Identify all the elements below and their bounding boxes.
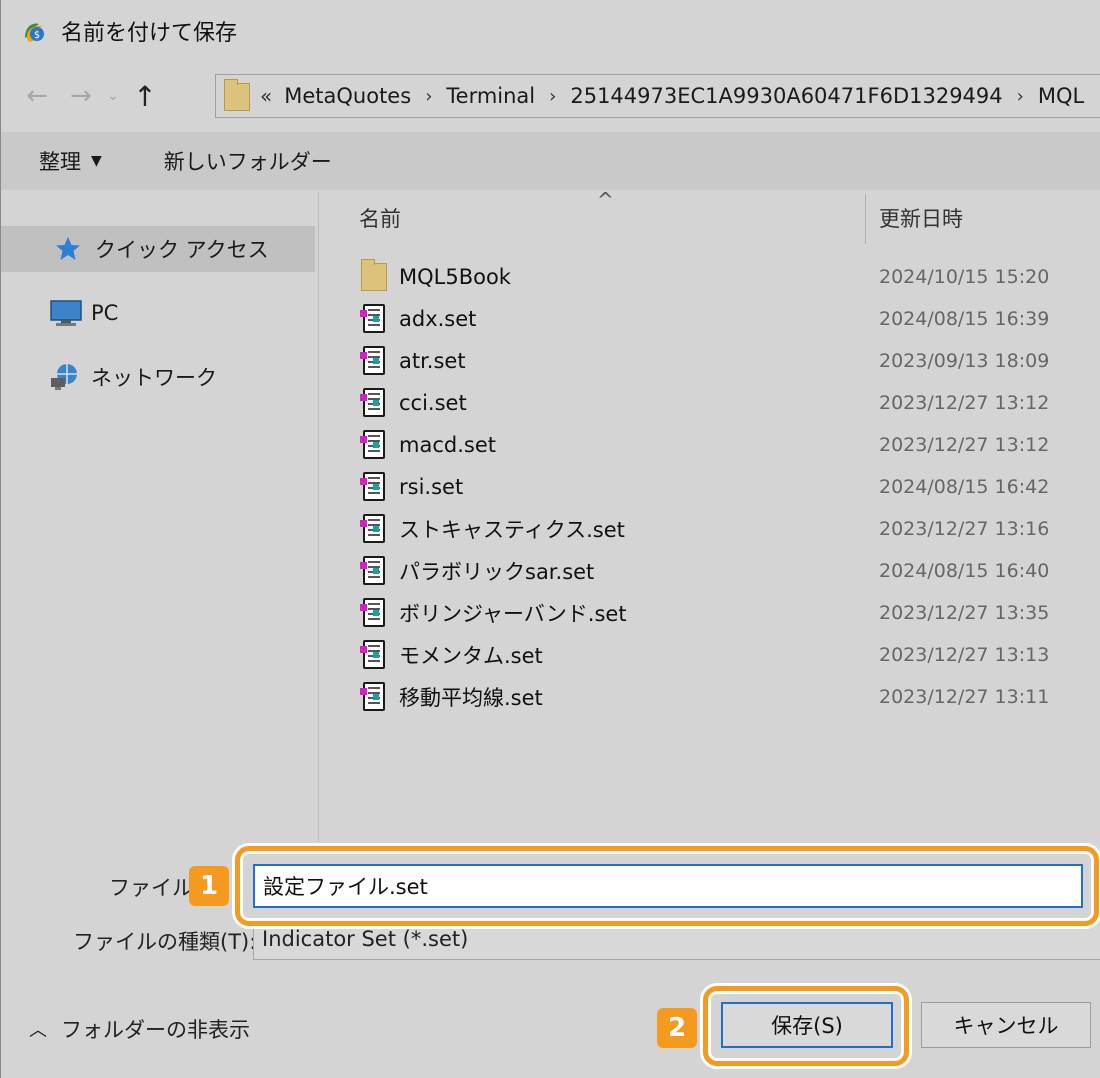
breadcrumb-metaquotes[interactable]: MetaQuotes: [284, 84, 411, 108]
hide-folders-label: フォルダーの非表示: [61, 1018, 250, 1042]
set-file-icon: [359, 345, 389, 377]
set-file-icon: [359, 387, 389, 419]
file-row[interactable]: adx.set 2024/08/15 16:39: [321, 298, 1100, 340]
column-divider[interactable]: [865, 194, 866, 244]
sort-ascending-icon: ^: [597, 188, 614, 212]
sidebar-item-label: PC: [91, 301, 119, 325]
overflow-chevron[interactable]: «: [260, 84, 272, 108]
file-row[interactable]: ボリンジャーバンド.set 2023/12/27 13:35: [321, 592, 1100, 634]
set-file-icon: [359, 303, 389, 335]
column-header-name[interactable]: 名前: [359, 192, 401, 244]
callout-highlight-filename: [235, 846, 1099, 926]
sidebar-item-network[interactable]: ネットワーク: [1, 354, 315, 400]
file-name: 移動平均線.set: [399, 686, 543, 710]
file-row[interactable]: rsi.set 2024/08/15 16:42: [321, 466, 1100, 508]
file-name: macd.set: [399, 433, 496, 457]
window-title: 名前を付けて保存: [61, 21, 238, 46]
callout-badge-1: 1: [189, 866, 229, 906]
hide-folders-button[interactable]: ︿ フォルダーの非表示: [29, 1014, 250, 1044]
network-icon: [49, 362, 83, 392]
file-row[interactable]: cci.set 2023/12/27 13:12: [321, 382, 1100, 424]
file-date: 2024/08/15 16:42: [879, 476, 1050, 498]
sidebar-item-pc[interactable]: PC: [1, 290, 315, 336]
set-file-icon: [359, 429, 389, 461]
folder-icon: [359, 259, 389, 293]
file-name: rsi.set: [399, 475, 464, 499]
filetype-value: Indicator Set (*.set): [262, 927, 469, 951]
breadcrumb-separator-icon[interactable]: ›: [549, 86, 556, 107]
address-bar[interactable]: « MetaQuotes › Terminal › 25144973EC1A99…: [215, 74, 1100, 118]
back-arrow-icon[interactable]: ←: [15, 74, 59, 118]
breadcrumb-separator-icon[interactable]: ›: [1017, 86, 1024, 107]
sidebar-item-label: ネットワーク: [91, 366, 217, 390]
breadcrumb-separator-icon[interactable]: ›: [425, 86, 432, 107]
folder-icon: [224, 79, 250, 111]
file-name: cci.set: [399, 391, 467, 415]
file-date: 2024/10/15 15:20: [879, 266, 1050, 288]
file-row[interactable]: ストキャスティクス.set 2023/12/27 13:16: [321, 508, 1100, 550]
toolbar: 整理 ▼ 新しいフォルダー: [1, 132, 1100, 190]
cancel-button[interactable]: キャンセル: [921, 1002, 1091, 1048]
column-header-modified-label: 更新日時: [879, 207, 963, 231]
title-bar: $ 名前を付けて保存: [1, 0, 1100, 62]
address-row: ← → ⌄ ↑ « MetaQuotes › Terminal › 251449…: [1, 72, 1100, 120]
file-row[interactable]: macd.set 2023/12/27 13:12: [321, 424, 1100, 466]
file-date: 2024/08/15 16:39: [879, 308, 1050, 330]
file-list: ^ 名前 更新日時 MQL5Book 2024/10/15 15:20 adx.…: [321, 188, 1100, 842]
callout-highlight-save: [703, 986, 909, 1066]
new-folder-label: 新しいフォルダー: [163, 150, 332, 174]
sidebar-item-quick-access[interactable]: クイック アクセス: [1, 226, 315, 272]
file-date: 2023/12/27 13:12: [879, 434, 1050, 456]
column-header-name-label: 名前: [359, 207, 401, 231]
callout-badge-2: 2: [657, 1008, 697, 1048]
file-row[interactable]: パラボリックsar.set 2024/08/15 16:40: [321, 550, 1100, 592]
cancel-button-label: キャンセル: [953, 1014, 1059, 1038]
file-date: 2024/08/15 16:40: [879, 560, 1050, 582]
set-file-icon: [359, 597, 389, 629]
svg-text:$: $: [34, 30, 40, 41]
set-file-icon: [359, 639, 389, 671]
file-date: 2023/12/27 13:16: [879, 518, 1050, 540]
up-arrow-icon[interactable]: ↑: [123, 74, 167, 118]
file-row[interactable]: MQL5Book 2024/10/15 15:20: [321, 256, 1100, 298]
file-date: 2023/12/27 13:12: [879, 392, 1050, 414]
set-file-icon: [359, 681, 389, 713]
breadcrumb-terminal[interactable]: Terminal: [446, 84, 535, 108]
filetype-label: ファイルの種類(T):: [73, 930, 257, 954]
caret-down-icon: ▼: [91, 153, 102, 169]
file-row[interactable]: モメンタム.set 2023/12/27 13:13: [321, 634, 1100, 676]
metatrader-app-icon: $: [19, 16, 49, 46]
star-icon: [53, 234, 87, 264]
file-row[interactable]: atr.set 2023/09/13 18:09: [321, 340, 1100, 382]
set-file-icon: [359, 513, 389, 545]
pc-icon: [49, 298, 83, 328]
file-name: adx.set: [399, 307, 477, 331]
file-date: 2023/12/27 13:35: [879, 602, 1050, 624]
chevron-down-icon[interactable]: ⌄: [103, 88, 123, 104]
column-header-modified[interactable]: 更新日時: [879, 192, 963, 244]
set-file-icon: [359, 555, 389, 587]
organize-label: 整理: [39, 150, 81, 174]
forward-arrow-icon[interactable]: →: [59, 74, 103, 118]
file-row[interactable]: 移動平均線.set 2023/12/27 13:11: [321, 676, 1100, 718]
file-name: ストキャスティクス.set: [399, 518, 625, 542]
sidebar-item-label: クイック アクセス: [95, 238, 269, 262]
set-file-icon: [359, 471, 389, 503]
file-name: MQL5Book: [399, 265, 511, 289]
breadcrumb-mql[interactable]: MQL: [1038, 84, 1084, 108]
file-date: 2023/09/13 18:09: [879, 350, 1050, 372]
new-folder-button[interactable]: 新しいフォルダー: [164, 146, 332, 176]
navigation-pane: クイック アクセス PC ネットワーク: [1, 192, 319, 842]
file-name: モメンタム.set: [399, 644, 543, 668]
save-as-dialog: $ 名前を付けて保存 ← → ⌄ ↑ « MetaQuotes › Termin…: [0, 0, 1100, 1078]
file-date: 2023/12/27 13:13: [879, 644, 1050, 666]
file-date: 2023/12/27 13:11: [879, 686, 1050, 708]
file-name: atr.set: [399, 349, 466, 373]
organize-button[interactable]: 整理 ▼: [39, 146, 102, 176]
file-name: パラボリックsar.set: [399, 560, 595, 584]
file-name: ボリンジャーバンド.set: [399, 602, 627, 626]
chevron-up-icon: ︿: [29, 1020, 47, 1041]
breadcrumb-terminal-id[interactable]: 25144973EC1A9930A60471F6D1329494: [570, 84, 1002, 108]
